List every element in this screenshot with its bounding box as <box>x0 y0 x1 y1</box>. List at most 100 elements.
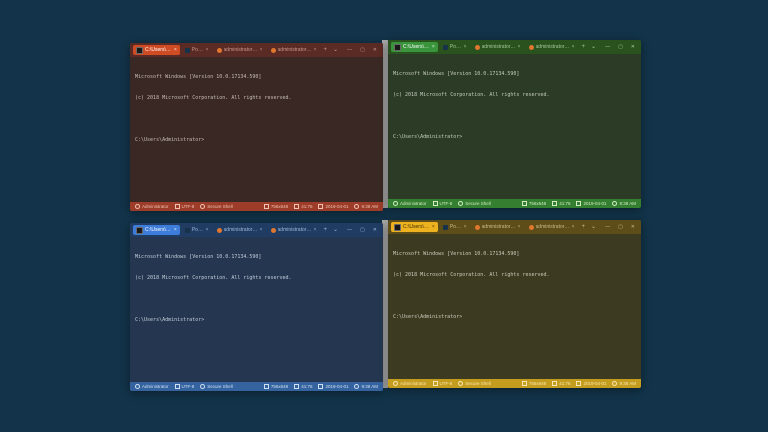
prompt-line: C:\Users\Administrator> <box>135 137 205 143</box>
tab-dropdown-button[interactable]: ⌄ <box>331 43 340 57</box>
close-button[interactable]: ✕ <box>370 43 380 57</box>
ssh-host-icon <box>528 44 534 50</box>
tab-close-icon[interactable]: × <box>464 222 467 232</box>
tab-ssh-2[interactable]: administrator@192.168.1.3 × <box>268 45 320 55</box>
tab-close-icon[interactable]: × <box>518 42 521 52</box>
close-button[interactable]: ✕ <box>370 223 380 237</box>
tab-dropdown-button[interactable]: ⌄ <box>589 40 598 54</box>
maximize-button[interactable]: ▢ <box>357 43 368 57</box>
status-time: 9:38 AM <box>612 381 636 386</box>
minimize-button[interactable]: — <box>602 40 613 54</box>
tab-label: administrator@192.168.1.3 <box>535 44 570 50</box>
close-button[interactable]: ✕ <box>628 40 638 54</box>
tab-dropdown-button[interactable]: ⌄ <box>589 220 598 234</box>
status-label: UTF-8 <box>181 204 195 209</box>
tab-bar: C:\Users\Administrator × PowerShell × ad… <box>388 220 641 234</box>
tab-close-icon[interactable]: × <box>572 42 575 52</box>
tab-label: PowerShell <box>449 224 462 230</box>
tab-command-prompt[interactable]: C:\Users\Administrator × <box>133 225 180 235</box>
tab-close-icon[interactable]: × <box>432 222 435 232</box>
cmd-icon <box>136 46 143 54</box>
status-cursor: 41:76 <box>552 381 570 386</box>
status-label: 756x648 <box>528 381 547 386</box>
new-tab-button[interactable]: + <box>580 220 588 234</box>
ssh-host-icon <box>216 227 222 233</box>
output-line: (c) 2018 Microsoft Corporation. All righ… <box>135 275 292 281</box>
status-cursor: 41:76 <box>294 384 312 389</box>
status-shell: Secure Shell <box>200 384 233 389</box>
tab-bar: C:\Users\Administrator × PowerShell × ad… <box>388 40 641 54</box>
new-tab-button[interactable]: + <box>580 40 588 54</box>
tab-ssh-2[interactable]: administrator@192.168.1.3 × <box>526 222 578 232</box>
size-icon <box>263 204 269 209</box>
tab-close-icon[interactable]: × <box>314 225 317 235</box>
output-line: (c) 2018 Microsoft Corporation. All righ… <box>393 272 550 278</box>
tab-close-icon[interactable]: × <box>314 45 317 55</box>
maximize-button[interactable]: ▢ <box>615 220 626 234</box>
tab-close-icon[interactable]: × <box>572 222 575 232</box>
tab-close-icon[interactable]: × <box>174 45 177 55</box>
tab-close-icon[interactable]: × <box>464 42 467 52</box>
tab-powershell[interactable]: PowerShell × <box>182 225 212 235</box>
tab-ssh-1[interactable]: administrator@192.168.1.2 × <box>214 45 266 55</box>
minimize-button[interactable]: — <box>344 43 355 57</box>
user-icon <box>393 381 398 386</box>
new-tab-button[interactable]: + <box>322 43 330 57</box>
maximize-button[interactable]: ▢ <box>357 223 368 237</box>
tab-command-prompt[interactable]: C:\Users\Administrator × <box>391 42 438 52</box>
tab-command-prompt[interactable]: C:\Users\Administrator × <box>391 222 438 232</box>
terminal-output[interactable]: Microsoft Windows [Version 10.0.17134.59… <box>388 54 641 199</box>
tab-powershell[interactable]: PowerShell × <box>182 45 212 55</box>
tab-close-icon[interactable]: × <box>432 42 435 52</box>
tab-close-icon[interactable]: × <box>206 225 209 235</box>
tab-close-icon[interactable]: × <box>206 45 209 55</box>
encoding-icon <box>174 204 180 209</box>
tab-label: administrator@192.168.1.3 <box>277 47 312 53</box>
shell-icon <box>458 381 464 386</box>
cursor-icon <box>294 204 300 209</box>
status-shell: Secure Shell <box>458 381 491 386</box>
tab-ssh-2[interactable]: administrator@192.168.1.3 × <box>526 42 578 52</box>
tab-ssh-1[interactable]: administrator@192.168.1.2 × <box>472 42 524 52</box>
tab-command-prompt[interactable]: C:\Users\Administrator × <box>133 45 180 55</box>
status-shell: Secure Shell <box>458 201 491 206</box>
status-date: 2019-04-01 <box>318 204 348 209</box>
tab-dropdown-button[interactable]: ⌄ <box>331 223 340 237</box>
minimize-button[interactable]: — <box>344 223 355 237</box>
status-size: 756x648 <box>263 384 288 389</box>
terminal-output[interactable]: Microsoft Windows [Version 10.0.17134.59… <box>130 57 383 202</box>
tab-powershell[interactable]: PowerShell × <box>440 222 470 232</box>
tab-ssh-1[interactable]: administrator@192.168.1.2 × <box>214 225 266 235</box>
calendar-icon <box>576 381 582 386</box>
powershell-icon <box>442 224 448 230</box>
tab-ssh-1[interactable]: administrator@192.168.1.2 × <box>472 222 524 232</box>
encoding-icon <box>432 381 438 386</box>
tab-close-icon[interactable]: × <box>518 222 521 232</box>
terminal-window: C:\Users\Administrator × PowerShell × ad… <box>130 223 383 391</box>
status-bar: Administrator UTF-8 Secure Shell 756x648… <box>130 382 383 391</box>
encoding-icon <box>174 384 180 389</box>
status-label: 2019-04-01 <box>583 201 607 206</box>
terminal-output[interactable]: Microsoft Windows [Version 10.0.17134.59… <box>130 237 383 382</box>
tab-bar: C:\Users\Administrator × PowerShell × ad… <box>130 43 383 57</box>
close-button[interactable]: ✕ <box>628 220 638 234</box>
tab-ssh-2[interactable]: administrator@192.168.1.3 × <box>268 225 320 235</box>
status-encoding: UTF-8 <box>174 204 195 209</box>
tab-powershell[interactable]: PowerShell × <box>440 42 470 52</box>
status-label: 41:76 <box>559 381 571 386</box>
minimize-button[interactable]: — <box>602 220 613 234</box>
tab-close-icon[interactable]: × <box>260 45 263 55</box>
tab-close-icon[interactable]: × <box>174 225 177 235</box>
maximize-button[interactable]: ▢ <box>615 40 626 54</box>
ssh-host-icon <box>270 47 276 53</box>
shell-icon <box>200 204 206 209</box>
output-line: (c) 2018 Microsoft Corporation. All righ… <box>135 95 292 101</box>
status-time: 9:38 AM <box>354 384 378 389</box>
output-blank-line <box>393 293 636 300</box>
cmd-icon <box>394 43 401 51</box>
new-tab-button[interactable]: + <box>322 223 330 237</box>
tab-close-icon[interactable]: × <box>260 225 263 235</box>
status-cursor: 41:76 <box>552 201 570 206</box>
terminal-output[interactable]: Microsoft Windows [Version 10.0.17134.59… <box>388 234 641 379</box>
clock-icon <box>612 201 618 206</box>
